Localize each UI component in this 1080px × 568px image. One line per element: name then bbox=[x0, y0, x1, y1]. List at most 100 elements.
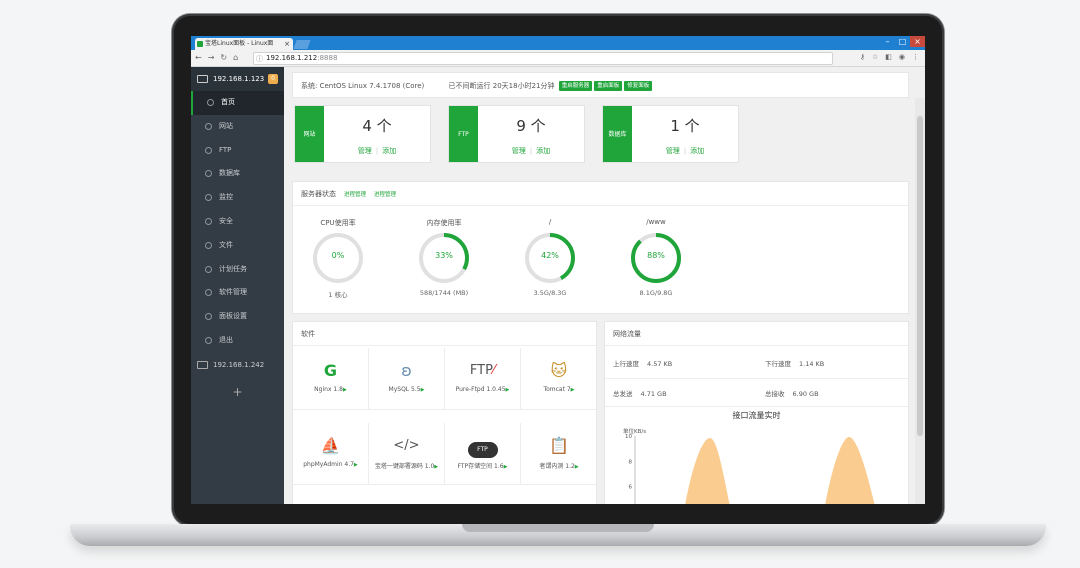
browser-tab[interactable]: 宝塔Linux面板 - Linux面 × bbox=[195, 38, 293, 50]
laptop-base bbox=[70, 524, 1046, 546]
close-tab-icon[interactable]: × bbox=[284, 38, 290, 50]
gauge-cpu: CPU使用率 0% 1 核心 bbox=[303, 218, 373, 299]
close-window-icon[interactable]: × bbox=[910, 36, 925, 47]
gauge-title: 内存使用率 bbox=[426, 219, 462, 227]
monitor-icon bbox=[197, 75, 208, 83]
sidebar-item-files[interactable]: 文件 bbox=[191, 234, 284, 258]
down-speed-value: 1.14 KB bbox=[799, 360, 825, 368]
total-sent-value: 4.71 GB bbox=[640, 390, 667, 398]
key-icon[interactable]: ⚷ bbox=[860, 53, 865, 61]
minimize-icon[interactable]: – bbox=[880, 36, 895, 47]
software-item[interactable]: </> 宝塔一键部署源码 1.0▶ bbox=[369, 423, 445, 485]
play-icon: ▶ bbox=[434, 464, 439, 470]
sidebar-item-label: FTP bbox=[219, 145, 232, 154]
y-tick-label: 8 bbox=[629, 459, 633, 465]
software-item[interactable]: ⛵ phpMyAdmin 4.7▶ bbox=[293, 423, 369, 485]
sidebar-item-website[interactable]: 网站 bbox=[191, 115, 284, 139]
process-link[interactable]: 进程管理 bbox=[344, 192, 366, 198]
tomcat-icon: 🐱 bbox=[550, 361, 568, 380]
url-host: 192.168.1.212 bbox=[266, 54, 318, 62]
sidebar-item-monitor[interactable]: 监控 bbox=[191, 186, 284, 210]
home-icon[interactable]: ⌂ bbox=[233, 53, 238, 62]
gauge-disk-root: / 42% 3.5G/8.3G bbox=[515, 218, 585, 297]
sidebar-item-label: 安全 bbox=[219, 216, 233, 225]
add-link[interactable]: 添加 bbox=[690, 147, 704, 155]
extension-icon[interactable]: ◧ bbox=[885, 53, 892, 61]
manage-link[interactable]: 管理 bbox=[512, 147, 526, 155]
shield-icon bbox=[205, 217, 212, 225]
restart-panel-button[interactable]: 重启面板 bbox=[594, 81, 623, 91]
repair-panel-button[interactable]: 修复面板 bbox=[624, 81, 653, 91]
add-link[interactable]: 添加 bbox=[536, 147, 550, 155]
restart-server-button[interactable]: 重启服务器 bbox=[558, 81, 593, 91]
add-server-button[interactable]: + bbox=[191, 377, 284, 407]
gauge-title: /www bbox=[646, 218, 666, 226]
panel-app: 192.168.1.123 0 首页 网站 FTP 数据库 监控 安全 文件 计… bbox=[191, 67, 925, 504]
back-icon[interactable]: ← bbox=[195, 53, 202, 62]
software-name: phpMyAdmin 4.7 bbox=[303, 461, 354, 468]
clipboard-icon: 📋 bbox=[549, 436, 569, 455]
sidebar-item-logout[interactable]: 退出 bbox=[191, 329, 284, 353]
panel-title: 网络流量 bbox=[605, 322, 908, 346]
gauge-ring: 88% bbox=[630, 232, 682, 284]
star-icon[interactable]: ☆ bbox=[872, 53, 878, 61]
browser-tab-bar: 宝塔Linux面板 - Linux面 × – □ × bbox=[191, 36, 925, 50]
stat-label: 网站 bbox=[295, 106, 324, 162]
sidebar-item-cron[interactable]: 计划任务 bbox=[191, 258, 284, 282]
manage-link[interactable]: 管理 bbox=[358, 147, 372, 155]
software-item[interactable]: FTP⁄ Pure-Ftpd 1.0.45▶ bbox=[445, 348, 521, 410]
sidebar-item-software[interactable]: 软件管理 bbox=[191, 281, 284, 305]
gauge-ring: 33% bbox=[418, 232, 470, 284]
down-speed-label: 下行速度 bbox=[765, 360, 791, 368]
sidebar-item-settings[interactable]: 面板设置 bbox=[191, 305, 284, 329]
stat-count: 9 个 bbox=[516, 117, 546, 135]
play-icon: ▶ bbox=[503, 464, 508, 470]
sidebar-item-home[interactable]: 首页 bbox=[191, 91, 284, 115]
code-icon: </> bbox=[393, 438, 420, 453]
sidebar-item-security[interactable]: 安全 bbox=[191, 210, 284, 234]
mysql-icon: ʚ bbox=[401, 361, 412, 380]
stat-count: 4 个 bbox=[362, 117, 392, 135]
menu-icon[interactable]: ⋮ bbox=[912, 53, 919, 61]
maximize-icon[interactable]: □ bbox=[895, 36, 910, 47]
stat-card-ftp: FTP 9 个 管理 | 添加 bbox=[448, 105, 585, 163]
stat-count: 1 个 bbox=[670, 117, 700, 135]
sidebar-item-ftp[interactable]: FTP bbox=[191, 139, 284, 163]
gauge-percent: 42% bbox=[541, 251, 559, 260]
server-current[interactable]: 192.168.1.123 0 bbox=[191, 67, 284, 91]
gauge-title: / bbox=[548, 218, 552, 226]
cloud-ftp-icon: FTP bbox=[445, 431, 520, 461]
profile-icon[interactable]: ◉ bbox=[899, 53, 905, 61]
play-icon: ▶ bbox=[342, 387, 347, 393]
calendar-icon bbox=[205, 265, 212, 273]
sidebar-item-database[interactable]: 数据库 bbox=[191, 162, 284, 186]
software-item[interactable]: ʚ MySQL 5.5▶ bbox=[369, 348, 445, 410]
software-item[interactable]: G Nginx 1.8▶ bbox=[293, 348, 369, 410]
new-tab-button[interactable] bbox=[293, 40, 311, 49]
software-item[interactable]: 🐱 Tomcat 7▶ bbox=[521, 348, 596, 410]
software-panel: 软件 G Nginx 1.8▶ ʚ MySQL 5.5▶ FTP⁄ Pure-Ftpd… bbox=[292, 321, 597, 504]
forward-icon[interactable]: → bbox=[208, 53, 215, 62]
nginx-icon: G bbox=[323, 361, 338, 380]
y-tick-label: 6 bbox=[629, 485, 633, 491]
reload-icon[interactable]: ↻ bbox=[220, 53, 227, 62]
url-port: :8888 bbox=[317, 54, 338, 62]
scrollbar[interactable] bbox=[915, 98, 925, 504]
sidebar-item-label: 网站 bbox=[219, 121, 233, 130]
manage-link[interactable]: 管理 bbox=[666, 147, 680, 155]
notification-badge[interactable]: 0 bbox=[268, 74, 278, 84]
sidebar-item-label: 数据库 bbox=[219, 169, 240, 178]
software-name: FTP存储空间 1.6 bbox=[457, 463, 504, 470]
gauge-disk-www: /www 88% 8.1G/9.8G bbox=[621, 218, 691, 297]
address-bar[interactable]: ⓘ 192.168.1.212:8888 bbox=[253, 52, 833, 65]
server-other[interactable]: 192.168.1.242 bbox=[191, 353, 284, 377]
total-recv-value: 6.90 GB bbox=[792, 390, 819, 398]
software-item[interactable]: 📋 者谓内测 1.2▶ bbox=[521, 423, 596, 485]
scrollbar-thumb[interactable] bbox=[917, 116, 923, 436]
total-sent: 总发送 4.71 GB bbox=[613, 388, 667, 398]
gauge-percent[interactable]: 33% bbox=[418, 251, 470, 260]
add-link[interactable]: 添加 bbox=[382, 147, 396, 155]
sidebar-item-label: 软件管理 bbox=[219, 288, 247, 297]
software-item[interactable]: FTP FTP存储空间 1.6▶ bbox=[445, 423, 521, 485]
process-link[interactable]: 进程管理 bbox=[374, 192, 396, 198]
